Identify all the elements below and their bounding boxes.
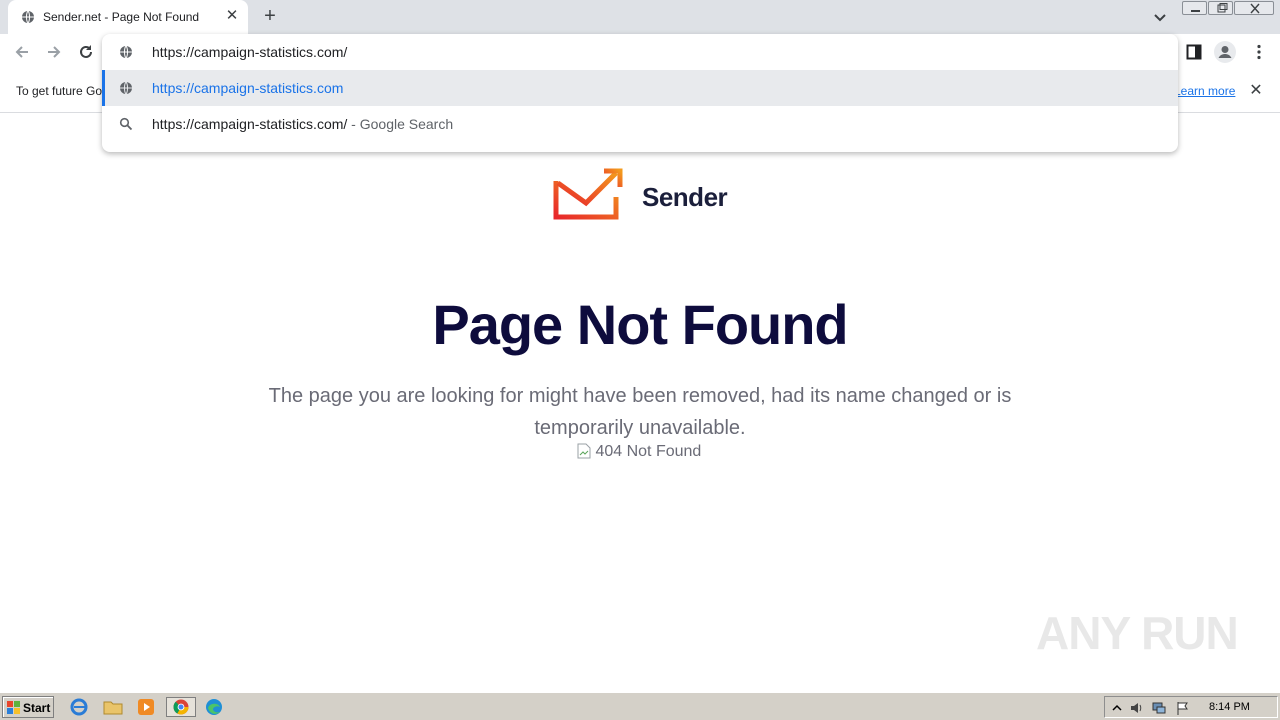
omnibox-suggestion-url[interactable]: https://campaign-statistics.com bbox=[102, 70, 1178, 106]
broken-image-icon bbox=[577, 443, 591, 459]
window-close-button[interactable] bbox=[1234, 1, 1274, 15]
window-minimize-button[interactable] bbox=[1182, 1, 1207, 15]
volume-icon[interactable] bbox=[1129, 700, 1145, 716]
address-bar[interactable]: https://campaign-statistics.com/ bbox=[102, 34, 1178, 70]
chevron-down-icon[interactable] bbox=[1151, 8, 1169, 26]
restore-icon bbox=[1217, 3, 1228, 13]
tab-strip: Sender.net - Page Not Found ✕ + bbox=[0, 0, 1280, 34]
chrome-taskbar-button[interactable] bbox=[166, 697, 196, 717]
search-query: https://campaign-statistics.com/ bbox=[152, 116, 348, 132]
broken-image-alt-text: 404 Not Found bbox=[595, 443, 702, 460]
start-button[interactable]: Start bbox=[2, 696, 54, 718]
window-restore-button[interactable] bbox=[1208, 1, 1233, 15]
windows-logo-icon bbox=[7, 701, 20, 714]
screen: Sender.net - Page Not Found ✕ + To get f… bbox=[0, 0, 1280, 720]
selection-indicator bbox=[102, 70, 105, 106]
suggestion-url-text: https://campaign-statistics.com bbox=[152, 80, 344, 96]
ie-icon[interactable] bbox=[68, 697, 90, 717]
tab-close-icon[interactable]: ✕ bbox=[224, 8, 240, 24]
start-label: Start bbox=[23, 701, 51, 715]
side-panel-icon[interactable] bbox=[1186, 44, 1202, 60]
broken-image: 404 Not Found bbox=[577, 443, 701, 463]
system-tray: 8:14 PM bbox=[1104, 696, 1278, 718]
media-player-icon[interactable] bbox=[135, 697, 157, 717]
person-icon bbox=[1218, 46, 1232, 58]
globe-icon bbox=[120, 81, 132, 95]
address-input[interactable]: https://campaign-statistics.com/ bbox=[152, 44, 347, 60]
forward-arrow-icon[interactable] bbox=[45, 43, 63, 61]
taskbar-clock[interactable]: 8:14 PM bbox=[1209, 701, 1250, 713]
globe-icon bbox=[22, 10, 34, 24]
omnibox-dropdown: https://campaign-statistics.com/ https:/… bbox=[102, 34, 1178, 152]
profile-avatar-icon[interactable] bbox=[1214, 41, 1236, 63]
windows-taskbar: Start 8:14 PM bbox=[0, 692, 1280, 720]
globe-icon bbox=[120, 45, 132, 59]
minimize-icon bbox=[1191, 10, 1200, 12]
new-tab-button[interactable]: + bbox=[260, 6, 280, 26]
action-center-flag-icon[interactable] bbox=[1175, 700, 1191, 716]
close-icon bbox=[1250, 3, 1260, 14]
network-icon[interactable] bbox=[1151, 700, 1167, 716]
kebab-menu-icon[interactable] bbox=[1250, 43, 1268, 61]
suggestion-search-text: https://campaign-statistics.com/ - Googl… bbox=[152, 116, 453, 132]
page-description: The page you are looking for might have … bbox=[268, 385, 1012, 439]
sender-logo-icon bbox=[553, 168, 623, 220]
omnibox-suggestion-search[interactable]: https://campaign-statistics.com/ - Googl… bbox=[102, 106, 1178, 142]
folder-icon[interactable] bbox=[102, 697, 124, 717]
logo-wordmark: Sender bbox=[642, 182, 728, 212]
back-arrow-icon[interactable] bbox=[13, 43, 31, 61]
browser-tab[interactable]: Sender.net - Page Not Found ✕ bbox=[8, 0, 248, 34]
search-icon bbox=[119, 117, 133, 131]
infobar-close-icon[interactable]: ✕ bbox=[1248, 83, 1264, 99]
reload-icon[interactable] bbox=[77, 43, 95, 61]
learn-more-link[interactable]: Learn more bbox=[1174, 84, 1235, 98]
anyrun-watermark: ANY RUN bbox=[1036, 607, 1239, 659]
chrome-icon bbox=[173, 699, 189, 715]
tab-title: Sender.net - Page Not Found bbox=[43, 10, 200, 24]
page-title: Page Not Found bbox=[432, 293, 848, 356]
edge-icon[interactable] bbox=[203, 697, 225, 717]
search-suffix: - Google Search bbox=[347, 116, 454, 132]
show-hidden-icons-icon[interactable] bbox=[1109, 700, 1125, 716]
